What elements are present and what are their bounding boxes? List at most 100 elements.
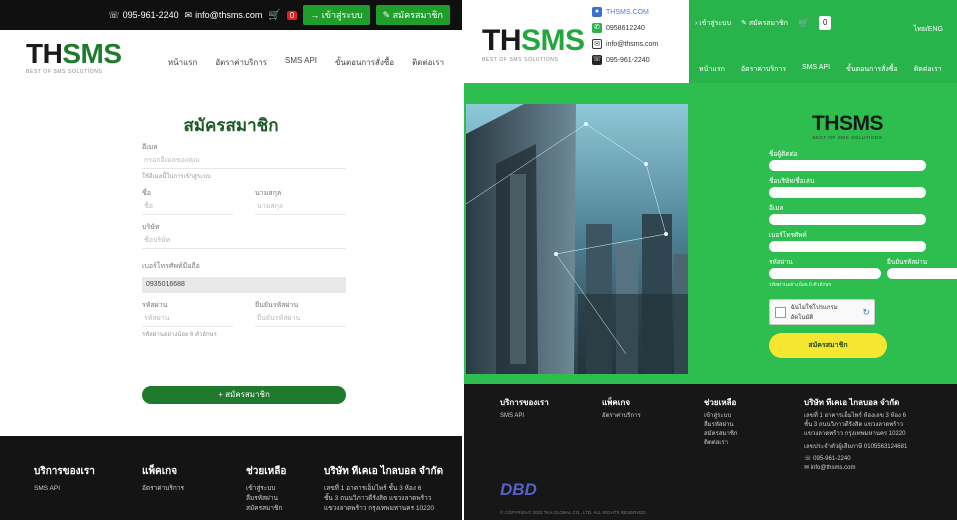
nav-sms-api[interactable]: SMS API [285, 56, 317, 69]
register-form: อีเมล กรอกอีเมลของคุณ ใช้อีเมลนี้ในการเข… [142, 143, 346, 339]
whatsapp-text: 0958612240 [606, 24, 645, 32]
main-nav: หน้าแรก อัตราค่าบริการ SMS API ขั้นตอนกา… [168, 56, 444, 69]
main-nav: หน้าแรก อัตราค่าบริการ SMS API ขั้นตอนกา… [699, 64, 942, 75]
footer-services: บริการของเรา SMS API [500, 396, 549, 421]
header-logo-area: THSMS BEST OF SMS SOLUTIONS ● THSMS.COM ✆… [464, 0, 689, 83]
footer-services-title: บริการของเรา [500, 398, 549, 407]
footer-company-title: บริษัท ทีเคเอ ไกลบอล จำกัด [324, 466, 444, 477]
footer-phone-text: 095-961-2240 [813, 456, 851, 462]
email-text: info@thsms.com [195, 10, 263, 20]
site-logo[interactable]: THSMS BEST OF SMS SOLUTIONS [482, 24, 585, 64]
footer-email[interactable]: ✉ info@thsms.com [804, 464, 954, 473]
nav-home[interactable]: หน้าแรก [168, 56, 198, 69]
email-field[interactable]: กรอกอีเมลของคุณ [142, 153, 346, 169]
company-field[interactable]: ชื่อบริษัท [142, 233, 346, 249]
login-button[interactable]: → เข้าสู่ระบบ [303, 5, 370, 25]
logo-th: TH [482, 24, 522, 57]
contact-name-field[interactable] [769, 160, 926, 171]
footer-help: ช่วยเหลือ เข้าสู่ระบบ ลืมรหัสผ่าน สมัครส… [704, 396, 738, 448]
recaptcha-widget[interactable]: ฉันไม่ใช่โปรแกรมอัตโนมัติ ↻ [769, 299, 875, 325]
login-label: เข้าสู่ระบบ [699, 19, 732, 27]
password-note: รหัสผ่านอย่างน้อย 6 ตัวอักษร [769, 282, 832, 288]
password-field[interactable] [769, 268, 881, 279]
footer-phone[interactable]: ☏ 095-961-2240 [804, 455, 954, 464]
phone-text: 095-961-2240 [122, 10, 179, 20]
register-submit-button[interactable]: + สมัครสมาชิก [142, 386, 346, 404]
top-menu: › เข้าสู่ระบบ ✎ สมัครสมาชิก 🛒 0 [695, 16, 832, 30]
footer-packages: แพ็คเกจ อัตราค่าบริการ [142, 464, 184, 494]
nav-pricing[interactable]: อัตราค่าบริการ [215, 56, 267, 69]
lastname-field[interactable]: นามสกุล [255, 199, 346, 215]
login-label: เข้าสู่ระบบ [321, 10, 363, 20]
register-label: สมัครสมาชิก [748, 19, 789, 27]
nav-contact[interactable]: ติดต่อเรา [412, 56, 444, 69]
register-submit-button[interactable]: สมัครสมาชิก [769, 333, 887, 358]
phone-contact[interactable]: ☏ 095-961-2240 [108, 10, 178, 21]
footer-address: ชั้น 3 ถนนวิภาวดีรังสิต แขวงลาดพร้าว [324, 495, 432, 502]
footer-address: เลขที่ 1 อาคารเอ็มไพร์ ชั้น 3 ห้อง 6 [324, 485, 422, 492]
phone-field[interactable] [769, 241, 926, 252]
form-logo: THSMS BEST OF SMS SOLUTIONS [769, 113, 926, 140]
footer-link[interactable]: อัตราค่าบริการ [142, 484, 184, 494]
language-switch[interactable]: ไทย/ENG [914, 24, 943, 35]
footer-services: บริการของเรา SMS API [34, 464, 95, 494]
nav-order-steps[interactable]: ขั้นตอนการสั่งซื้อ [846, 64, 898, 75]
footer-link[interactable]: เข้าสู่ระบบ [704, 412, 738, 421]
register-label: สมัครสมาชิก [392, 10, 443, 20]
email-note: ใช้อีเมลนี้ในการเข้าสู่ระบบ [142, 174, 211, 180]
email-contact[interactable]: ✉ info@thsms.com [185, 10, 263, 21]
email-contact[interactable]: ✉ info@thsms.com [592, 36, 658, 52]
confirm-password-field[interactable] [887, 268, 957, 279]
left-panel: ☏ 095-961-2240 ✉ info@thsms.com 🛒 0 → เข… [0, 0, 462, 520]
footer-link[interactable]: อัตราค่าบริการ [602, 412, 641, 421]
line-contact[interactable]: ● THSMS.COM [592, 4, 658, 20]
confirm-password-field[interactable]: ยืนยันรหัสผ่าน [255, 311, 346, 327]
footer-email-text: info@thsms.com [810, 465, 856, 471]
phone-contact[interactable]: ☏ 095-961-2240 [592, 52, 658, 68]
footer-packages: แพ็คเกจ อัตราค่าบริการ [602, 396, 641, 421]
footer-link[interactable]: ลืมรหัสผ่าน [246, 494, 286, 504]
password-field[interactable]: รหัสผ่าน [142, 311, 233, 327]
firstname-field[interactable]: ชื่อ [142, 199, 233, 215]
password-label: รหัสผ่าน [142, 302, 168, 309]
footer-help-title: ช่วยเหลือ [246, 466, 287, 477]
footer-link[interactable]: สมัครสมาชิก [704, 430, 738, 439]
phone-icon: ☏ [108, 9, 120, 20]
footer-link[interactable]: สมัครสมาชิก [246, 504, 286, 514]
nav-home[interactable]: หน้าแรก [699, 64, 725, 75]
recaptcha-checkbox[interactable] [775, 306, 786, 318]
firstname-label: ชื่อ [142, 190, 151, 197]
header-menu-area: › เข้าสู่ระบบ ✎ สมัครสมาชิก 🛒 0 ไทย/ENG … [689, 0, 957, 83]
footer-link[interactable]: ติดต่อเรา [704, 439, 738, 448]
cart-icon[interactable]: 🛒 [798, 18, 809, 29]
nav-pricing[interactable]: อัตราค่าบริการ [741, 64, 786, 75]
copyright: © COPYRIGHT 2023 TKA GLOBAL CO., LTD. AL… [500, 510, 646, 515]
register-form: THSMS BEST OF SMS SOLUTIONS ชื่อผู้ติดต่… [769, 113, 957, 358]
footer-services-title: บริการของเรา [34, 466, 95, 477]
email-field[interactable] [769, 214, 926, 225]
cart-icon[interactable]: 🛒 [268, 10, 280, 21]
footer-company-title: บริษัท ทีเคเอ ไกลบอล จำกัด [804, 398, 900, 407]
register-link[interactable]: ✎ สมัครสมาชิก [741, 18, 788, 29]
contact-name-label: ชื่อผู้ติดต่อ [769, 151, 798, 158]
whatsapp-contact[interactable]: ✆ 0958612240 [592, 20, 658, 36]
nav-contact[interactable]: ติดต่อเรา [914, 64, 942, 75]
site-logo[interactable]: THSMS BEST OF SMS SOLUTIONS [26, 40, 122, 76]
login-link[interactable]: › เข้าสู่ระบบ [695, 18, 731, 29]
footer-address: เลขที่ 1 อาคารเอ็มไพร์ ห้องเลข 3 ห้อง 6 [804, 413, 906, 419]
email-label: อีเมล [769, 205, 784, 212]
dbd-logo[interactable]: DBD [500, 480, 537, 500]
nav-order-steps[interactable]: ขั้นตอนการสั่งซื้อ [335, 56, 394, 69]
nav-sms-api[interactable]: SMS API [802, 64, 830, 75]
footer-link[interactable]: ลืมรหัสผ่าน [704, 421, 738, 430]
footer-link[interactable]: SMS API [34, 484, 95, 494]
phone-field[interactable]: 0935016688 [142, 277, 346, 293]
footer-tax-id: เลขประจำตัวผู้เสียภาษี 0105563124681 [804, 444, 908, 450]
recaptcha-label: ฉันไม่ใช่โปรแกรมอัตโนมัติ [790, 305, 838, 321]
footer-address: แขวงลาดพร้าว กรุงเทพมหานคร 10220 [324, 505, 434, 512]
footer-link[interactable]: เข้าสู่ระบบ [246, 484, 286, 494]
footer-link[interactable]: SMS API [500, 412, 549, 421]
register-button[interactable]: ✎ สมัครสมาชิก [375, 5, 450, 25]
company-field[interactable] [769, 187, 926, 198]
footer-packages-title: แพ็คเกจ [142, 466, 178, 477]
